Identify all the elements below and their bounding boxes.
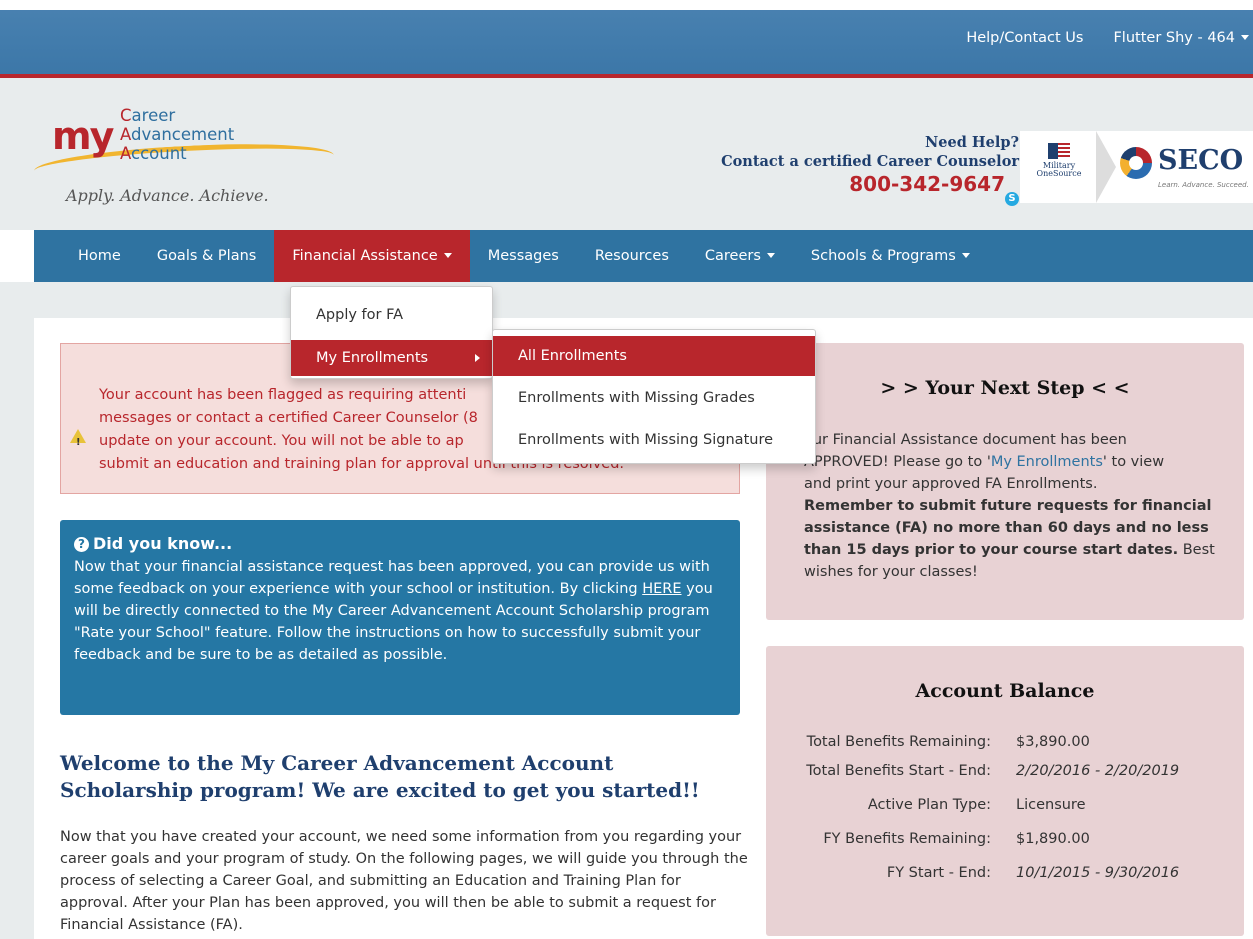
seco-tagline: Learn. Advance. Succeed. bbox=[1158, 181, 1249, 189]
partner-logos: Military OneSource SECO Learn. Advance. … bbox=[1020, 131, 1253, 203]
balance-row: Active Plan Type: Licensure bbox=[867, 797, 1086, 813]
financial-assistance-menu: Apply for FA My Enrollments bbox=[290, 286, 493, 379]
balance-row: Total Benefits Start - End: 2/20/2016 - 2… bbox=[806, 763, 1180, 779]
logo-text: Career Advancement Account bbox=[120, 106, 235, 163]
balance-row: FY Benefits Remaining: $1,890.00 bbox=[823, 831, 1090, 847]
nav-financial-assistance[interactable]: Financial Assistance bbox=[274, 230, 470, 282]
logo-tagline: Apply. Advance. Achieve. bbox=[66, 186, 269, 205]
military-onesource-logo[interactable]: Military OneSource bbox=[1029, 143, 1089, 178]
menu-item-all-enrollments[interactable]: All Enrollments bbox=[493, 336, 815, 376]
nav-home[interactable]: Home bbox=[34, 230, 139, 282]
menu-item-my-enrollments[interactable]: My Enrollments bbox=[291, 340, 492, 376]
main-nav: Home Goals & Plans Financial Assistance … bbox=[34, 230, 1253, 282]
chevron-down-icon bbox=[961, 253, 970, 258]
balance-row: Total Benefits Remaining: $3,890.00 bbox=[806, 734, 1090, 750]
logo-my: my bbox=[52, 114, 114, 158]
next-step-title: > > Your Next Step < < bbox=[880, 377, 1130, 399]
chevron-down-icon bbox=[766, 253, 775, 258]
chevron-right-icon bbox=[475, 354, 480, 362]
nav-resources[interactable]: Resources bbox=[577, 230, 687, 282]
nav-schools-programs[interactable]: Schools & Programs bbox=[793, 230, 988, 282]
site-header: my Career Advancement Account Apply. Adv… bbox=[0, 78, 1253, 230]
warning-icon bbox=[70, 429, 86, 454]
user-menu-label: Flutter Shy - 464 bbox=[1113, 30, 1235, 46]
welcome-heading: Welcome to the My Career Advancement Acc… bbox=[60, 751, 700, 802]
chevron-down-icon bbox=[443, 253, 452, 258]
menu-item-missing-signature[interactable]: Enrollments with Missing Signature bbox=[493, 420, 815, 460]
question-icon: ? bbox=[74, 537, 89, 552]
help-title: Need Help? bbox=[925, 134, 1019, 151]
user-menu[interactable]: Flutter Shy - 464 bbox=[1113, 30, 1249, 46]
menu-item-apply-for-fa[interactable]: Apply for FA bbox=[291, 297, 492, 333]
enrollments-submenu: All Enrollments Enrollments with Missing… bbox=[492, 329, 816, 464]
mycaa-logo[interactable]: my Career Advancement Account bbox=[33, 106, 342, 188]
skype-icon[interactable]: S bbox=[1005, 192, 1019, 206]
did-you-know-box: ? Did you know... Now that your financial… bbox=[60, 520, 740, 715]
nav-careers[interactable]: Careers bbox=[687, 230, 793, 282]
flag-icon bbox=[1048, 143, 1070, 159]
nav-goals-plans[interactable]: Goals & Plans bbox=[139, 230, 275, 282]
account-balance-panel: Account Balance Total Benefits Remaining… bbox=[766, 646, 1244, 936]
did-you-know-text: Now that your financial assistance reque… bbox=[74, 559, 713, 663]
next-step-text: our Financial Assistance document has be… bbox=[804, 432, 1215, 580]
rate-school-link[interactable]: HERE bbox=[642, 581, 681, 597]
my-enrollments-link[interactable]: My Enrollments bbox=[991, 454, 1103, 470]
help-phone[interactable]: 800-342-9647S bbox=[721, 172, 1019, 206]
help-contact-link[interactable]: Help/Contact Us bbox=[966, 30, 1083, 46]
seco-emblem-icon bbox=[1120, 147, 1152, 179]
chevron-down-icon bbox=[1241, 35, 1249, 40]
top-bar: Help/Contact Us Flutter Shy - 464 bbox=[0, 0, 1253, 78]
balance-row: FY Start - End: 10/1/2015 - 9/30/2016 bbox=[886, 865, 1180, 881]
help-block: Need Help? Contact a certified Career Co… bbox=[721, 134, 1019, 206]
nav-messages[interactable]: Messages bbox=[470, 230, 577, 282]
top-links: Help/Contact Us Flutter Shy - 464 bbox=[966, 30, 1249, 46]
help-subtitle: Contact a certified Career Counselor bbox=[721, 153, 1019, 170]
next-step-reminder: Remember to submit future requests for f… bbox=[804, 498, 1212, 558]
did-you-know-title: ? Did you know... bbox=[74, 533, 728, 555]
seco-wordmark: SECO bbox=[1158, 145, 1244, 176]
welcome-body: Now that you have created your account, … bbox=[60, 829, 748, 933]
menu-item-missing-grades[interactable]: Enrollments with Missing Grades bbox=[493, 378, 815, 418]
account-balance-title: Account Balance bbox=[915, 680, 1095, 702]
divider-arrow bbox=[1096, 131, 1116, 203]
next-step-panel: > > Your Next Step < < our Financial Ass… bbox=[766, 343, 1244, 620]
